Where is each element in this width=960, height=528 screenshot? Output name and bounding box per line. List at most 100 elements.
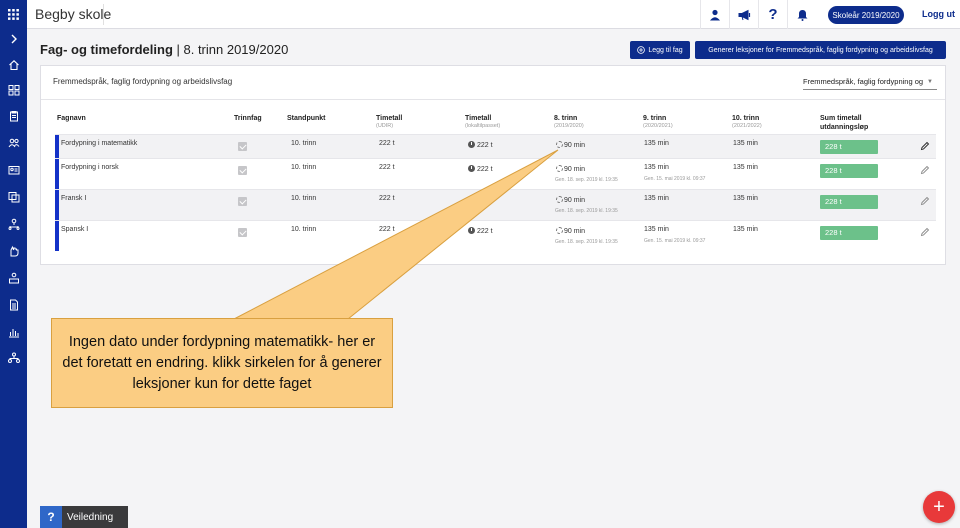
help-question-icon[interactable]: ? [758, 0, 787, 29]
trinnfag-checkbox[interactable] [238, 228, 247, 237]
standpunkt-value: 10. trinn [291, 164, 317, 171]
grade-8-minutes[interactable]: 90 min [556, 141, 585, 149]
generate-circle-icon[interactable] [556, 141, 563, 148]
document-icon[interactable] [0, 295, 27, 315]
trinnfag-checkbox[interactable] [238, 197, 247, 206]
timetall-local-value: 222 t [477, 228, 493, 235]
org-chart-icon[interactable] [0, 214, 27, 234]
bar-chart-icon[interactable] [0, 322, 27, 342]
grade-8-minutes[interactable]: 90 min [556, 196, 585, 204]
groups-icon[interactable] [0, 80, 27, 100]
grade-10-value: 135 min [733, 164, 758, 171]
table-row: Spansk I 10. trinn 222 t 222 t 90 min Ge… [55, 220, 936, 251]
sum-badge: 228 t [820, 195, 878, 209]
guide-button[interactable]: ? Veiledning [40, 506, 128, 528]
clock-icon [468, 196, 475, 203]
subject-name: Fransk I [61, 195, 87, 202]
add-fab-button[interactable]: + [923, 491, 955, 523]
sum-badge: 228 t [820, 226, 878, 240]
page-title-grade: | 8. trinn 2019/2020 [172, 42, 289, 57]
category-select-value: Fremmedspråk, faglig fordypning og [803, 77, 924, 86]
col-header-grade-8-sub: (2019/2020) [554, 123, 584, 129]
left-sidebar [0, 0, 27, 528]
col-header-grade-10-label: 10. trinn [732, 115, 760, 122]
edit-pencil-icon[interactable] [920, 196, 930, 206]
topbar-divider [103, 4, 104, 25]
expand-chevron-icon[interactable] [0, 29, 27, 49]
clipboard-icon[interactable] [0, 106, 27, 126]
col-header-timetall-udir: Timetall (UDIR) [376, 114, 402, 130]
timetall-udir-value: 222 t [379, 164, 395, 171]
timetall-local[interactable]: 222 t [468, 165, 493, 173]
generate-circle-icon[interactable] [556, 196, 563, 203]
grade-8-value: 90 min [564, 142, 586, 149]
add-subject-label: Legg til fag [648, 46, 683, 54]
guide-label: Veiledning [67, 511, 114, 523]
col-header-timetall-local-label: Timetall [465, 115, 492, 122]
grade-9-value: 135 min [644, 164, 669, 171]
clock-icon [468, 141, 475, 148]
category-select[interactable]: Fremmedspråk, faglig fordypning og ▼ [803, 74, 937, 90]
col-header-timetall-udir-label: Timetall [376, 115, 403, 122]
col-header-timetall-local-sub: (lokaltilpasset) [465, 123, 501, 129]
table-row: Fransk I 10. trinn 222 t 222 t 90 min Ge… [55, 189, 936, 220]
timetall-udir-value: 222 t [379, 195, 395, 202]
person-desk-icon[interactable] [0, 268, 27, 288]
col-header-grade-10: 10. trinn (2021/2022) [732, 114, 762, 130]
col-header-trinnfag: Trinnfag [234, 115, 262, 122]
row-accent-bar [55, 190, 59, 220]
school-name: Begby skole [35, 6, 112, 22]
row-accent-bar [55, 159, 59, 189]
card-divider [41, 99, 945, 100]
user-icon[interactable] [700, 0, 729, 29]
people-icon[interactable] [0, 133, 27, 153]
generate-circle-icon[interactable] [556, 165, 563, 172]
grade-8-minutes[interactable]: 90 min [556, 227, 585, 235]
col-header-grade-8-label: 8. trinn [554, 115, 578, 122]
school-year-selector[interactable]: Skoleår 2019/2020 [828, 6, 904, 24]
home-icon[interactable] [0, 55, 27, 75]
bell-icon[interactable] [787, 0, 816, 29]
add-subject-button[interactable]: Legg til fag [630, 41, 690, 59]
generate-circle-icon[interactable] [556, 227, 563, 234]
grade-8-value: 90 min [564, 228, 586, 235]
trinnfag-checkbox[interactable] [238, 166, 247, 175]
standpunkt-value: 10. trinn [291, 195, 317, 202]
col-header-grade-8: 8. trinn (2019/2020) [554, 114, 584, 130]
network-icon[interactable] [0, 348, 27, 368]
logout-link[interactable]: Logg ut [922, 9, 955, 19]
annotation-callout: Ingen dato under fordypning matematikk- … [51, 318, 393, 408]
edit-pencil-icon[interactable] [920, 165, 930, 175]
page-title-main: Fag- og timefordeling [40, 42, 173, 57]
apps-grid-icon[interactable] [0, 0, 27, 29]
col-header-grade-9: 9. trinn (2020/2021) [643, 114, 673, 130]
generate-lessons-button[interactable]: Generer leksjoner for Fremmedspråk, fagl… [695, 41, 946, 59]
megaphone-icon[interactable] [729, 0, 758, 29]
timetall-local[interactable]: 222 t [468, 227, 493, 235]
col-header-grade-9-label: 9. trinn [643, 115, 667, 122]
timetall-local-value: 222 t [477, 166, 493, 173]
grade-9-generated-date: Gen. 15. mai 2019 kl. 09:37 [644, 238, 706, 244]
cards-icon[interactable] [0, 187, 27, 207]
col-header-grade-10-sub: (2021/2022) [732, 123, 762, 129]
col-header-sum-label-2: utdanningsløp [820, 124, 869, 131]
table-row: Fordypning i norsk 10. trinn 222 t 222 t… [55, 158, 936, 189]
hand-icon[interactable] [0, 241, 27, 261]
subject-name: Fordypning i norsk [61, 164, 119, 171]
id-card-icon[interactable] [0, 160, 27, 180]
col-header-standpunkt: Standpunkt [287, 115, 326, 122]
table-row: Fordypning i matematikk 10. trinn 222 t … [55, 134, 936, 158]
edit-pencil-icon[interactable] [920, 141, 930, 151]
trinnfag-checkbox[interactable] [238, 142, 247, 151]
standpunkt-value: 10. trinn [291, 140, 317, 147]
grade-9-value: 135 min [644, 195, 669, 202]
grade-8-generated-date: Gen. 18. sep. 2019 kl. 19:35 [555, 177, 618, 183]
timetall-local[interactable]: 222 t [468, 141, 493, 149]
grade-8-minutes[interactable]: 90 min [556, 165, 585, 173]
row-accent-bar [55, 135, 59, 158]
edit-pencil-icon[interactable] [920, 227, 930, 237]
grade-8-value: 90 min [564, 166, 586, 173]
timetall-local-value: 222 t [477, 197, 493, 204]
grade-10-value: 135 min [733, 140, 758, 147]
timetall-local[interactable]: 222 t [468, 196, 493, 204]
